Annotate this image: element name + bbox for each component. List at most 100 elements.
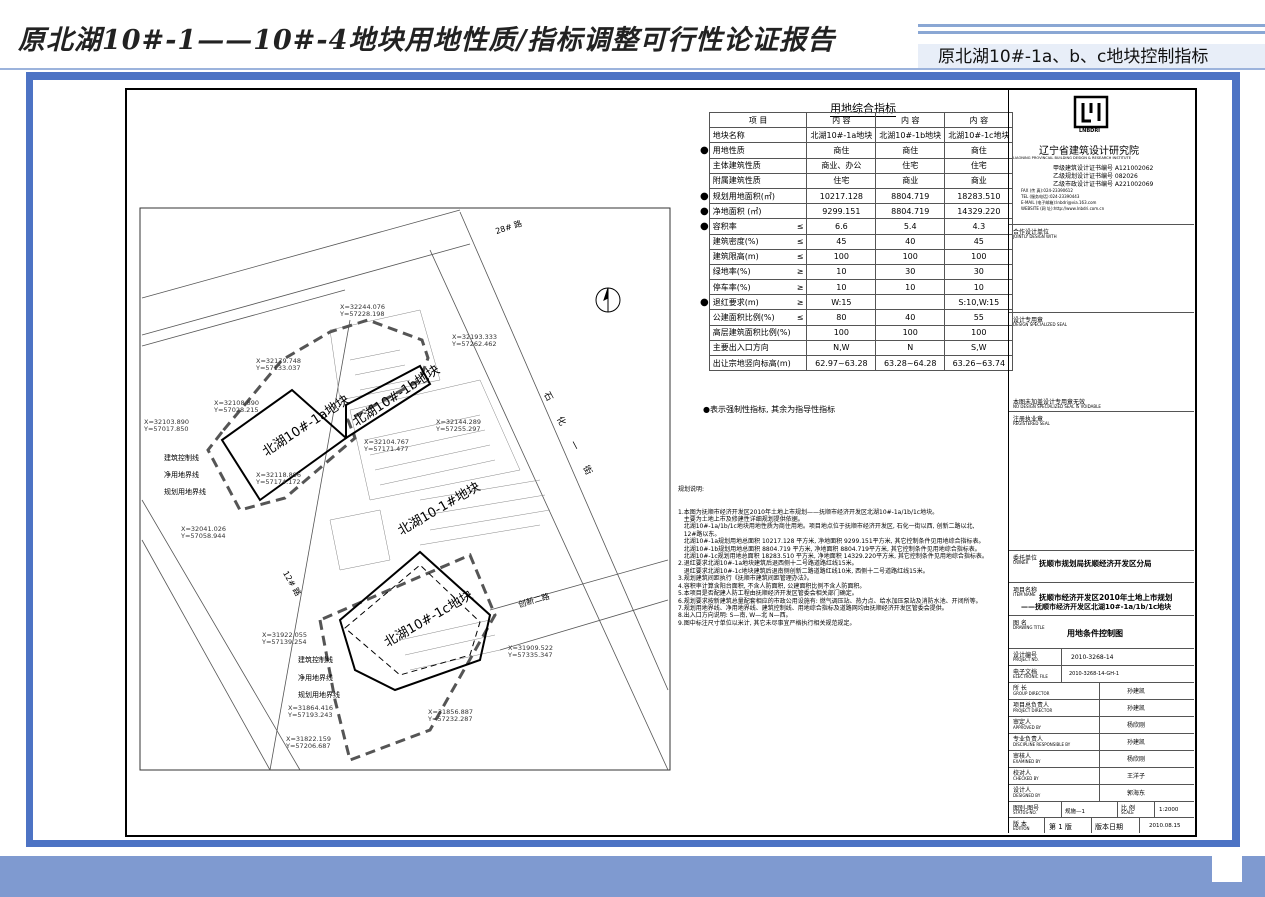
row-value-1c: 住宅: [944, 157, 1014, 174]
row-value-1c: 18283.510: [944, 187, 1014, 205]
row-value-1c: 63.26~63.74: [944, 354, 1014, 372]
row-value-1c: 30: [944, 263, 1014, 281]
row-operator: [793, 142, 808, 159]
table-row: 主要出入口方向 N,W N S,W: [700, 339, 1014, 357]
owner-label-en: OWNER: [1013, 560, 1029, 565]
row-value-1a: 45: [806, 233, 877, 250]
note-line: 北湖10#-1a/1b/1c地块用地性质为商住用地。项目地点位于抚顺市经济开发区…: [678, 523, 975, 531]
row-value-1b: [875, 294, 946, 311]
void-note-en: NO DESIGN SPECIALIZED SEAL IS VOIDABLE: [1013, 404, 1101, 409]
staff-row-divider: [1099, 699, 1100, 716]
staff-name: 王洋子: [1127, 773, 1146, 780]
staff-role-en: CHECKED BY: [1013, 776, 1039, 781]
row-operator: [793, 354, 808, 372]
seal-label-en: DESIGN SPECIALIZED SEAL: [1013, 322, 1067, 327]
row-marker: [700, 280, 709, 295]
row-marker: [700, 310, 709, 325]
note-line: 北湖10#-1a规划用地总面积 10217.128 平方米, 净地面积 9299…: [678, 538, 985, 546]
coordinate-label: Y=57193.243: [288, 711, 333, 719]
coordinate-label: Y=57017.850: [144, 425, 189, 433]
staff-row-line: [1009, 784, 1194, 785]
file-value: 2010-3268-14-GH-1: [1069, 671, 1120, 677]
logo-text: LNBDRI: [1079, 128, 1101, 134]
date-label: 版本日期: [1095, 823, 1123, 831]
legend-plan-line-1: 规划用地界线: [164, 488, 206, 496]
row-value-1b: 商业: [875, 172, 946, 189]
coordinate-label: Y=57206.687: [286, 742, 331, 750]
drawing-label-en: DRAWING TITLE: [1013, 625, 1045, 630]
land-index-table: 项 目 内 容 内 容 内 容 地块名称 北湖10#-1a地块 北湖10#-1b地块…: [700, 111, 1014, 372]
row-operator: [793, 187, 808, 205]
table-row: ● 容积率 ≤6.6 5.4 4.3: [700, 218, 1014, 235]
coordinate-label: Y=57171.477: [364, 445, 409, 453]
row-marker: [700, 325, 709, 340]
row-label: 净地面积 (㎡): [708, 203, 794, 220]
note-line: 3.规划建筑间距执行《抚顺市建筑间距管理办法》。: [678, 575, 813, 583]
row-value-1b: 100: [875, 248, 946, 265]
row-value-1a: 9299.151: [806, 203, 877, 220]
staff-row-divider: [1099, 733, 1100, 750]
staff-row-line: [1009, 750, 1194, 751]
coordinate-label: Y=57133.037: [256, 364, 301, 372]
joint-label-en: JOINTLY DESIGN WITH: [1013, 234, 1057, 239]
row-label: 附属建筑性质: [708, 172, 794, 189]
row-value-1a: 10: [806, 263, 877, 281]
row-label: 高层建筑面积比例(%): [708, 324, 794, 341]
row-value-1c: 55: [944, 309, 1014, 326]
row-marker: [700, 158, 709, 173]
project-no-value: 2010-3268-14: [1071, 654, 1114, 661]
row-value-1b: 住宅: [875, 157, 946, 174]
row-value-1b: 40: [875, 233, 946, 250]
row-value-1a: 6.6: [806, 218, 877, 235]
row-value-1c: S,W: [944, 339, 1014, 357]
row-label: 绿地率(%): [708, 263, 794, 281]
row-marker: ●: [700, 220, 709, 232]
table-row: ● 规划用地面积(㎡) 10217.128 8804.719 18283.510: [700, 187, 1014, 205]
row-label: 建筑密度(%): [708, 233, 794, 250]
row-value-1b: N: [875, 339, 946, 357]
legend-build-line-2: 建筑控制线: [298, 656, 333, 664]
staff-row-divider: [1099, 716, 1100, 733]
staff-name: 杨欣刚: [1127, 722, 1146, 729]
scale-value: 1:2000: [1159, 807, 1179, 813]
row-label: 规划用地面积(㎡): [708, 187, 794, 205]
row-value-1b: 5.4: [875, 218, 946, 235]
row-value-1a: 10217.128: [806, 187, 877, 205]
row-value-1c: 10: [944, 279, 1014, 296]
row-label: 退红要求(m): [708, 294, 794, 311]
staff-name: 郭海东: [1127, 790, 1146, 797]
coordinate-label: Y=57262.462: [452, 340, 497, 348]
row-label: 公建面积比例(%): [708, 309, 794, 326]
row-value-1b: 8804.719: [875, 187, 946, 205]
row-label: 容积率: [708, 218, 794, 235]
legend-net-line-2: 净用地界线: [298, 674, 333, 682]
row-value-1a: 100: [806, 324, 877, 341]
row-value-1c: 4.3: [944, 218, 1014, 235]
staff-role-en: DISCIPLINE RESPONSIBLE BY: [1013, 742, 1071, 747]
row-value-1c: 45: [944, 233, 1014, 250]
table-row: 附属建筑性质 住宅 商业 商业: [700, 172, 1014, 189]
row-value-1b: 63.28~64.28: [875, 354, 946, 372]
table-row: ● 净地面积 (㎡) 9299.151 8804.719 14329.220: [700, 203, 1014, 220]
coordinate-label: Y=57028.215: [214, 406, 259, 414]
row-value-1a: 商业、办公: [806, 157, 877, 174]
row-value-1b: 40: [875, 309, 946, 326]
file-label-en: ELECTRONIC FILE: [1013, 674, 1048, 679]
coordinate-label: Y=57139.254: [262, 638, 307, 646]
row-marker: [700, 264, 709, 279]
title-block: LNBDRI 辽宁省建筑设计研究院 LIAONING PROVINCIAL BU…: [1008, 88, 1194, 833]
item-label-en: ITEM NAME: [1013, 592, 1036, 597]
row-marker: [700, 356, 709, 371]
note-line: 2.退红要求北湖10#-1a地块建筑后退西侧十二号路道路红线15米。: [678, 560, 858, 568]
note-line: 6.规划要求按新建筑总量配套相应的市政公用设施有: 燃气调压站、热力点、给水加压…: [678, 597, 982, 605]
staff-row-divider: [1099, 750, 1100, 767]
item-value-2: ——抚顺市经济开发区北湖10#-1a/1b/1c地块: [1021, 603, 1172, 611]
row-marker: [700, 340, 709, 355]
table-row: 建筑限高(m) ≤100 100 100: [700, 248, 1014, 265]
coordinate-label: Y=57232.287: [428, 715, 473, 723]
row-label: 主体建筑性质: [708, 157, 794, 174]
row-marker: [700, 249, 709, 264]
coordinate-label: Y=57335.347: [508, 651, 553, 659]
drawing-value: 用地条件控制图: [1067, 629, 1123, 638]
staff-name: 孙建凯: [1127, 705, 1146, 712]
